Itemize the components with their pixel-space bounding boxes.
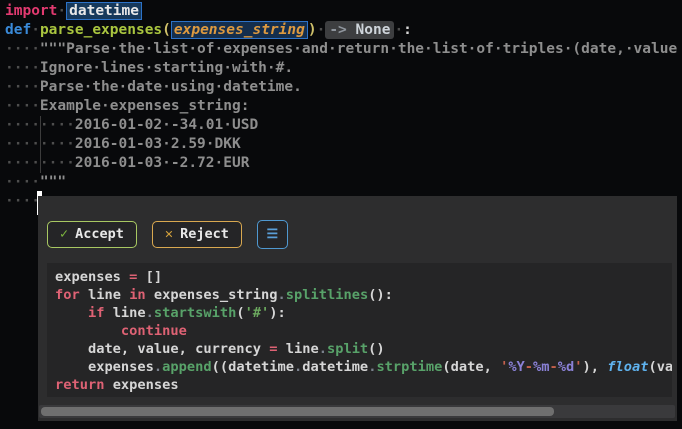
- code-line: import· datetime: [5, 2, 677, 21]
- code-line: ········2016-01-02·-34.01·USD: [5, 116, 259, 135]
- code-line: ····Ignore·lines·starting·with·#.: [5, 60, 294, 76]
- more-options-button[interactable]: ☰: [256, 220, 288, 249]
- horizontal-scrollbar-track[interactable]: [39, 405, 675, 418]
- code-line: ····Parse·the·date·using·datetime.: [5, 79, 302, 95]
- code-line: expenses.append((datetime.datetime.strpt…: [55, 359, 672, 375]
- code-line: ····Example·expenses_string:: [5, 98, 250, 114]
- code-line: ········2016-01-03·2.59·DKK: [5, 135, 241, 154]
- code-line: for line in expenses_string.splitlines()…: [55, 287, 393, 303]
- suggestion-code-block: expenses = [] for line in expenses_string…: [47, 263, 672, 397]
- code-line: continue: [55, 323, 187, 339]
- editor-code-lines: import· datetime def·parse_expenses(expens…: [5, 2, 677, 211]
- code-line: date, value, currency = line.split(): [55, 341, 385, 357]
- code-line: def·parse_expenses(expenses_string)· -> N…: [5, 21, 412, 39]
- horizontal-scrollbar-thumb[interactable]: [41, 407, 554, 416]
- code-line: if line.startswith('#'):: [87, 305, 286, 321]
- copilot-suggestion-panel: ✓ Accept ✕ Reject ☰ expenses = [] for lin…: [38, 196, 677, 421]
- check-icon: ✓: [60, 226, 69, 242]
- code-line: ····"""Parse·the·list·of·expenses·and·re…: [5, 41, 678, 57]
- suggestion-toolbar: ✓ Accept ✕ Reject ☰: [47, 220, 288, 249]
- code-line: ········2016-01-03·-2.72·EUR: [5, 154, 250, 173]
- reject-button-label: Reject: [180, 226, 229, 242]
- code-line: expenses = []: [55, 269, 163, 285]
- accept-button-label: Accept: [75, 226, 124, 242]
- reject-button[interactable]: ✕ Reject: [151, 221, 242, 248]
- menu-icon: ☰: [266, 227, 279, 242]
- code-line: ····""": [5, 174, 67, 190]
- accept-button[interactable]: ✓ Accept: [47, 221, 137, 248]
- x-icon: ✕: [164, 226, 174, 242]
- code-line: return expenses: [55, 377, 179, 393]
